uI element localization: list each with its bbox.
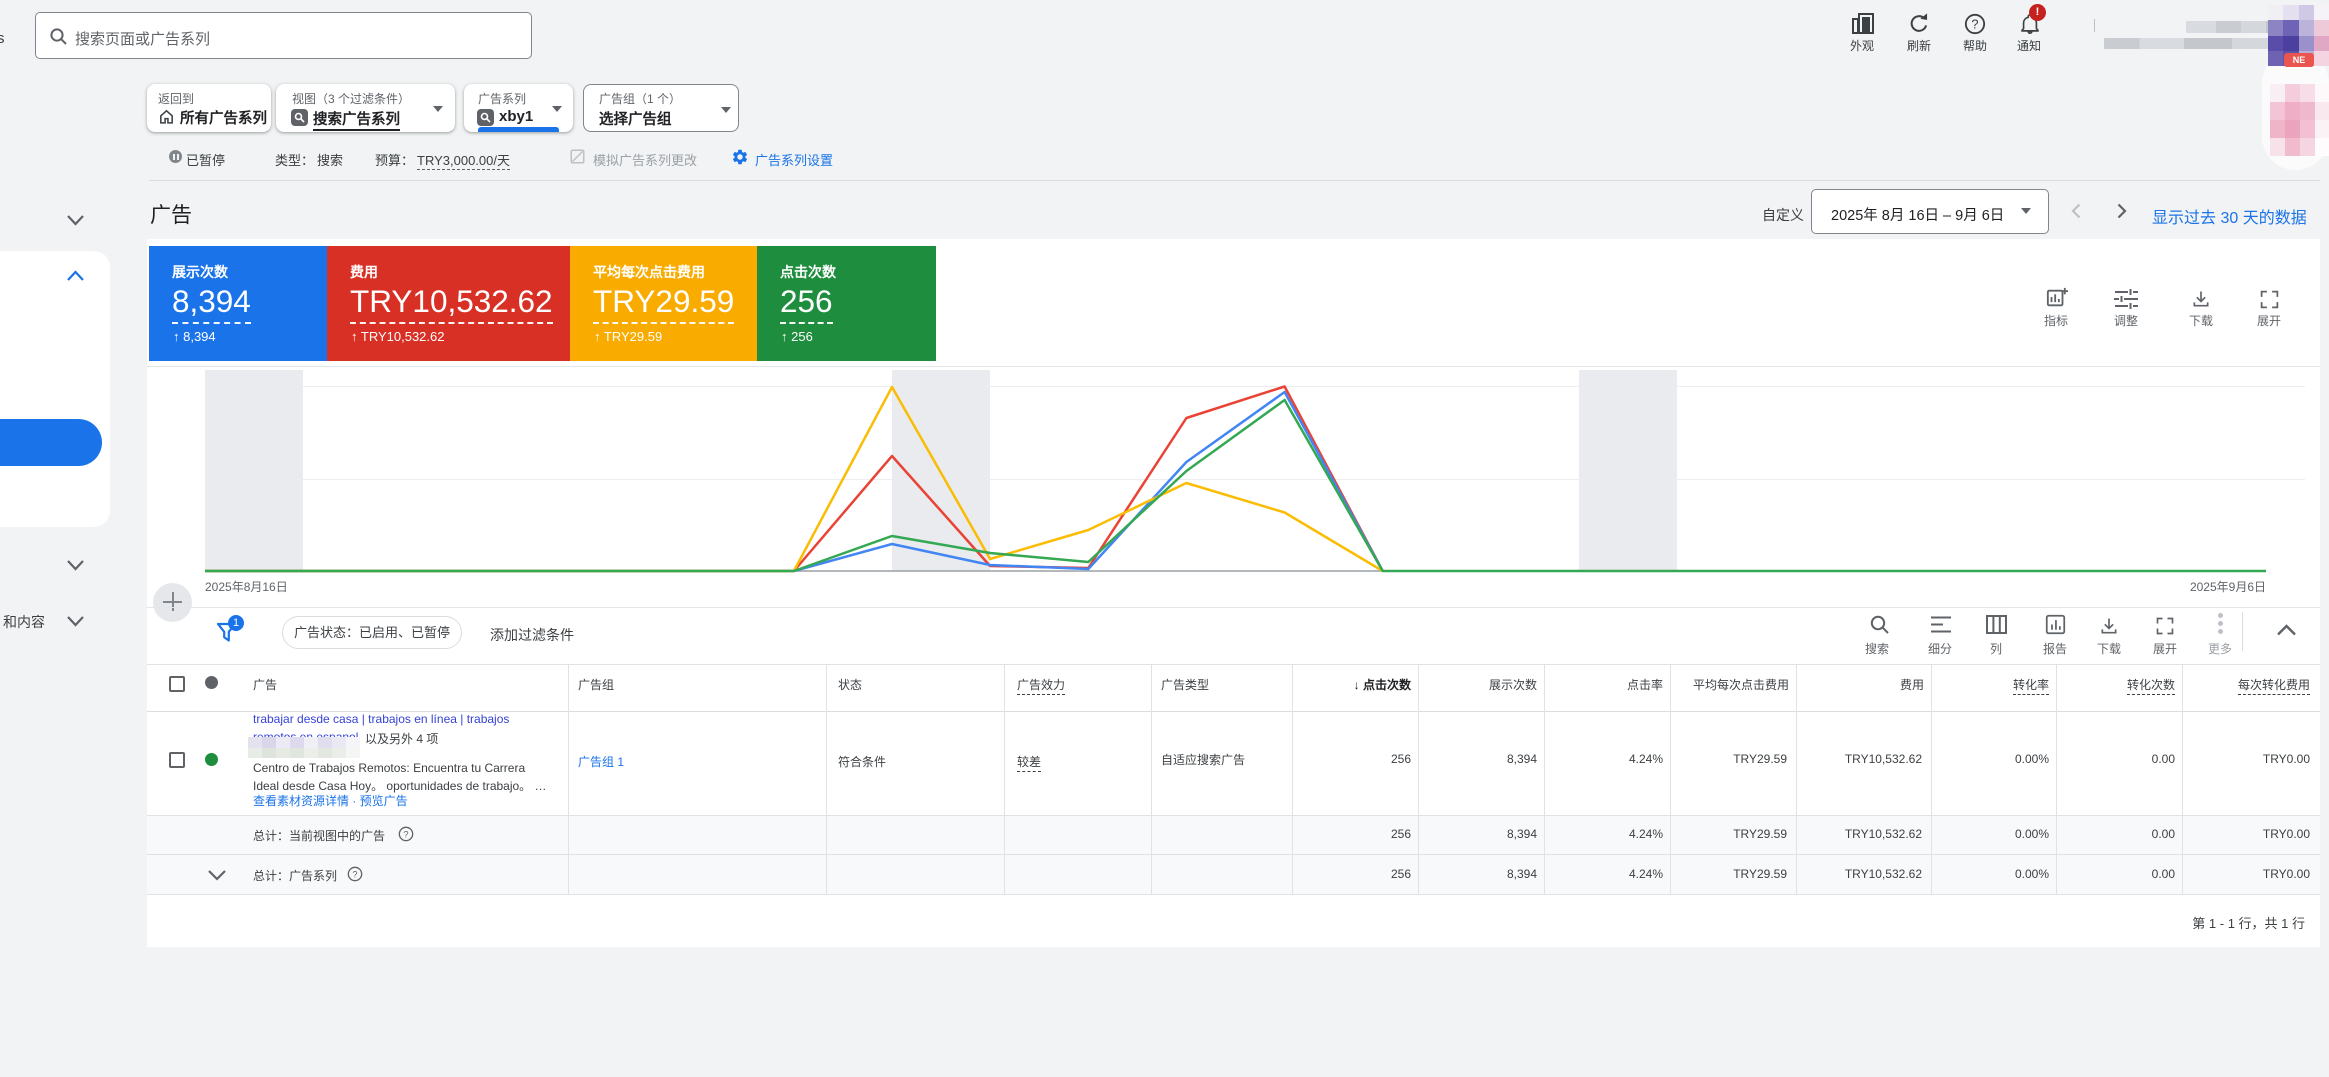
svg-text:?: ?: [403, 829, 408, 839]
svg-text:?: ?: [352, 869, 357, 879]
svg-text:2025年8月16日: 2025年8月16日: [205, 580, 288, 594]
svg-text:2025年9月6日: 2025年9月6日: [2190, 580, 2266, 594]
svg-text:?: ?: [1971, 17, 1978, 32]
